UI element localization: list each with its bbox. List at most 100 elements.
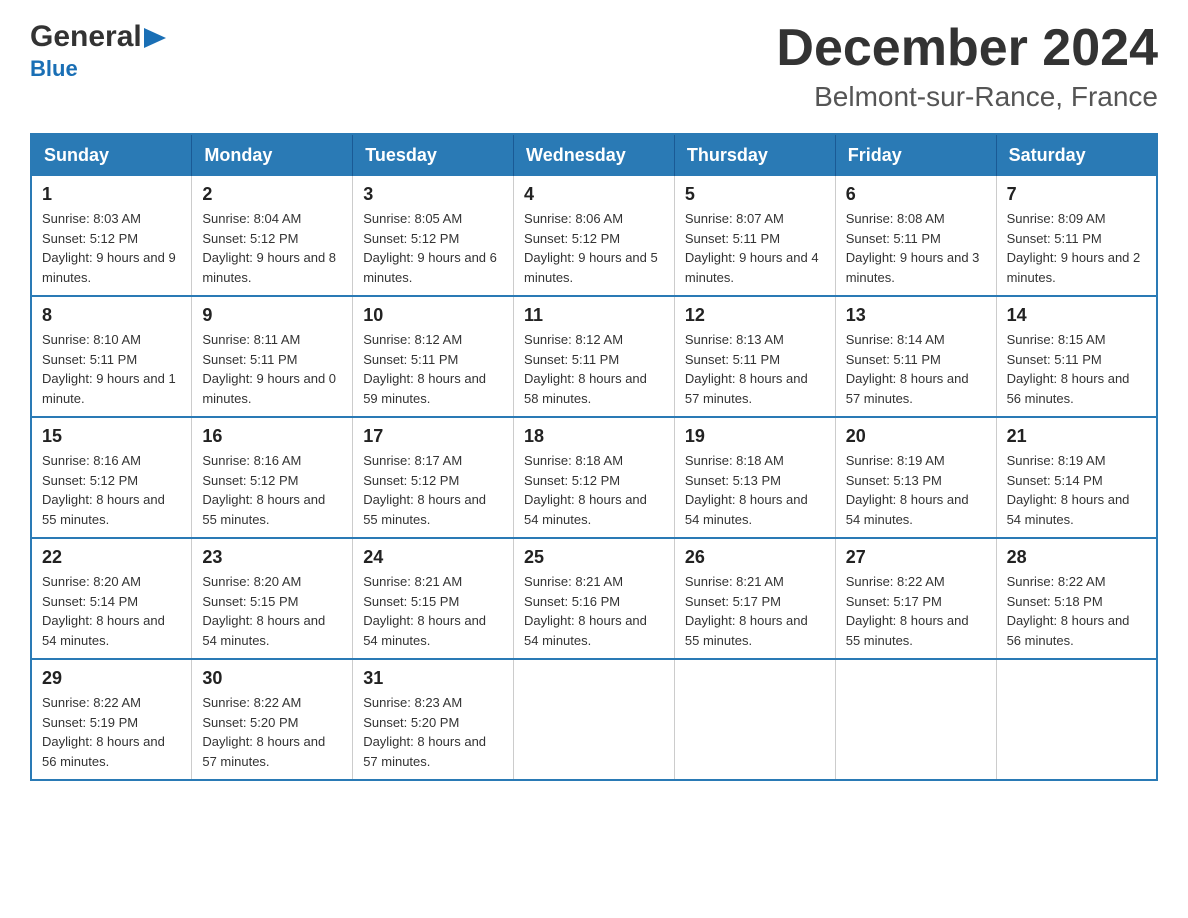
day-cell-16: 16 Sunrise: 8:16 AMSunset: 5:12 PMDayligh…: [192, 417, 353, 538]
day-number-2: 2: [202, 184, 342, 205]
day-cell-27: 27 Sunrise: 8:22 AMSunset: 5:17 PMDayligh…: [835, 538, 996, 659]
day-number-5: 5: [685, 184, 825, 205]
day-cell-26: 26 Sunrise: 8:21 AMSunset: 5:17 PMDayligh…: [674, 538, 835, 659]
day-info-4: Sunrise: 8:06 AMSunset: 5:12 PMDaylight:…: [524, 209, 664, 287]
day-number-3: 3: [363, 184, 503, 205]
day-cell-17: 17 Sunrise: 8:17 AMSunset: 5:12 PMDayligh…: [353, 417, 514, 538]
day-info-27: Sunrise: 8:22 AMSunset: 5:17 PMDaylight:…: [846, 572, 986, 650]
header-sunday: Sunday: [31, 134, 192, 176]
day-info-11: Sunrise: 8:12 AMSunset: 5:11 PMDaylight:…: [524, 330, 664, 408]
day-info-9: Sunrise: 8:11 AMSunset: 5:11 PMDaylight:…: [202, 330, 342, 408]
day-info-16: Sunrise: 8:16 AMSunset: 5:12 PMDaylight:…: [202, 451, 342, 529]
empty-cell: [514, 659, 675, 780]
day-number-29: 29: [42, 668, 181, 689]
day-info-10: Sunrise: 8:12 AMSunset: 5:11 PMDaylight:…: [363, 330, 503, 408]
day-cell-10: 10Sunrise: 8:12 AMSunset: 5:11 PMDayligh…: [353, 296, 514, 417]
day-cell-11: 11 Sunrise: 8:12 AMSunset: 5:11 PMDayligh…: [514, 296, 675, 417]
empty-cell: [674, 659, 835, 780]
empty-cell: [835, 659, 996, 780]
day-cell-15: 15Sunrise: 8:16 AMSunset: 5:12 PMDayligh…: [31, 417, 192, 538]
day-cell-25: 25 Sunrise: 8:21 AMSunset: 5:16 PMDayligh…: [514, 538, 675, 659]
day-info-24: Sunrise: 8:21 AMSunset: 5:15 PMDaylight:…: [363, 572, 503, 650]
calendar-table: SundayMondayTuesdayWednesdayThursdayFrid…: [30, 133, 1158, 781]
header-monday: Monday: [192, 134, 353, 176]
day-number-8: 8: [42, 305, 181, 326]
day-info-31: Sunrise: 8:23 AMSunset: 5:20 PMDaylight:…: [363, 693, 503, 771]
day-number-1: 1: [42, 184, 181, 205]
header-saturday: Saturday: [996, 134, 1157, 176]
day-number-14: 14: [1007, 305, 1146, 326]
day-number-18: 18: [524, 426, 664, 447]
day-number-6: 6: [846, 184, 986, 205]
logo: General Blue: [30, 20, 166, 82]
day-info-3: Sunrise: 8:05 AMSunset: 5:12 PMDaylight:…: [363, 209, 503, 287]
day-info-6: Sunrise: 8:08 AMSunset: 5:11 PMDaylight:…: [846, 209, 986, 287]
day-cell-30: 30 Sunrise: 8:22 AMSunset: 5:20 PMDayligh…: [192, 659, 353, 780]
header-friday: Friday: [835, 134, 996, 176]
day-info-17: Sunrise: 8:17 AMSunset: 5:12 PMDaylight:…: [363, 451, 503, 529]
day-cell-8: 8Sunrise: 8:10 AMSunset: 5:11 PMDaylight…: [31, 296, 192, 417]
day-number-25: 25: [524, 547, 664, 568]
day-info-29: Sunrise: 8:22 AMSunset: 5:19 PMDaylight:…: [42, 693, 181, 771]
day-info-22: Sunrise: 8:20 AMSunset: 5:14 PMDaylight:…: [42, 572, 181, 650]
title-area: December 2024 Belmont-sur-Rance, France: [776, 20, 1158, 113]
day-number-27: 27: [846, 547, 986, 568]
empty-cell: [996, 659, 1157, 780]
day-number-22: 22: [42, 547, 181, 568]
logo-triangle-icon: [144, 28, 166, 48]
day-cell-23: 23 Sunrise: 8:20 AMSunset: 5:15 PMDayligh…: [192, 538, 353, 659]
day-cell-28: 28Sunrise: 8:22 AMSunset: 5:18 PMDayligh…: [996, 538, 1157, 659]
day-number-9: 9: [202, 305, 342, 326]
day-cell-21: 21Sunrise: 8:19 AMSunset: 5:14 PMDayligh…: [996, 417, 1157, 538]
day-cell-14: 14Sunrise: 8:15 AMSunset: 5:11 PMDayligh…: [996, 296, 1157, 417]
day-number-23: 23: [202, 547, 342, 568]
day-info-23: Sunrise: 8:20 AMSunset: 5:15 PMDaylight:…: [202, 572, 342, 650]
day-number-7: 7: [1007, 184, 1146, 205]
day-cell-3: 3 Sunrise: 8:05 AMSunset: 5:12 PMDaylight…: [353, 176, 514, 296]
day-cell-20: 20Sunrise: 8:19 AMSunset: 5:13 PMDayligh…: [835, 417, 996, 538]
day-number-19: 19: [685, 426, 825, 447]
day-number-11: 11: [524, 305, 664, 326]
day-cell-12: 12Sunrise: 8:13 AMSunset: 5:11 PMDayligh…: [674, 296, 835, 417]
page-header: General Blue December 2024 Belmont-sur-R…: [30, 20, 1158, 113]
week-row-2: 15 Sunrise: 8:16 AMSunset: 5:12 PMDayligh…: [31, 417, 1157, 538]
logo-general-text: General: [30, 20, 142, 54]
day-cell-13: 13 Sunrise: 8:14 AMSunset: 5:11 PMDayligh…: [835, 296, 996, 417]
day-number-15: 15: [42, 426, 181, 447]
day-number-20: 20: [846, 426, 986, 447]
week-row-3: 22 Sunrise: 8:20 AMSunset: 5:14 PMDayligh…: [31, 538, 1157, 659]
day-info-21: Sunrise: 8:19 AMSunset: 5:14 PMDaylight:…: [1007, 451, 1146, 529]
day-number-28: 28: [1007, 547, 1146, 568]
week-row-1: 8Sunrise: 8:10 AMSunset: 5:11 PMDaylight…: [31, 296, 1157, 417]
day-number-26: 26: [685, 547, 825, 568]
week-row-0: 1 Sunrise: 8:03 AMSunset: 5:12 PMDaylight…: [31, 176, 1157, 296]
day-number-16: 16: [202, 426, 342, 447]
day-info-18: Sunrise: 8:18 AMSunset: 5:12 PMDaylight:…: [524, 451, 664, 529]
day-number-4: 4: [524, 184, 664, 205]
day-cell-1: 1 Sunrise: 8:03 AMSunset: 5:12 PMDaylight…: [31, 176, 192, 296]
day-cell-6: 6 Sunrise: 8:08 AMSunset: 5:11 PMDaylight…: [835, 176, 996, 296]
day-number-17: 17: [363, 426, 503, 447]
day-number-12: 12: [685, 305, 825, 326]
day-number-24: 24: [363, 547, 503, 568]
day-cell-19: 19Sunrise: 8:18 AMSunset: 5:13 PMDayligh…: [674, 417, 835, 538]
day-info-25: Sunrise: 8:21 AMSunset: 5:16 PMDaylight:…: [524, 572, 664, 650]
day-cell-9: 9 Sunrise: 8:11 AMSunset: 5:11 PMDaylight…: [192, 296, 353, 417]
day-number-31: 31: [363, 668, 503, 689]
header-wednesday: Wednesday: [514, 134, 675, 176]
day-cell-18: 18 Sunrise: 8:18 AMSunset: 5:12 PMDayligh…: [514, 417, 675, 538]
days-header-row: SundayMondayTuesdayWednesdayThursdayFrid…: [31, 134, 1157, 176]
header-thursday: Thursday: [674, 134, 835, 176]
day-info-26: Sunrise: 8:21 AMSunset: 5:17 PMDaylight:…: [685, 572, 825, 650]
day-info-1: Sunrise: 8:03 AMSunset: 5:12 PMDaylight:…: [42, 209, 181, 287]
day-info-30: Sunrise: 8:22 AMSunset: 5:20 PMDaylight:…: [202, 693, 342, 771]
location-title: Belmont-sur-Rance, France: [776, 81, 1158, 113]
day-cell-31: 31 Sunrise: 8:23 AMSunset: 5:20 PMDayligh…: [353, 659, 514, 780]
day-number-13: 13: [846, 305, 986, 326]
day-cell-2: 2Sunrise: 8:04 AMSunset: 5:12 PMDaylight…: [192, 176, 353, 296]
day-info-7: Sunrise: 8:09 AMSunset: 5:11 PMDaylight:…: [1007, 209, 1146, 287]
day-cell-29: 29 Sunrise: 8:22 AMSunset: 5:19 PMDayligh…: [31, 659, 192, 780]
day-number-30: 30: [202, 668, 342, 689]
week-row-4: 29 Sunrise: 8:22 AMSunset: 5:19 PMDayligh…: [31, 659, 1157, 780]
day-info-13: Sunrise: 8:14 AMSunset: 5:11 PMDaylight:…: [846, 330, 986, 408]
